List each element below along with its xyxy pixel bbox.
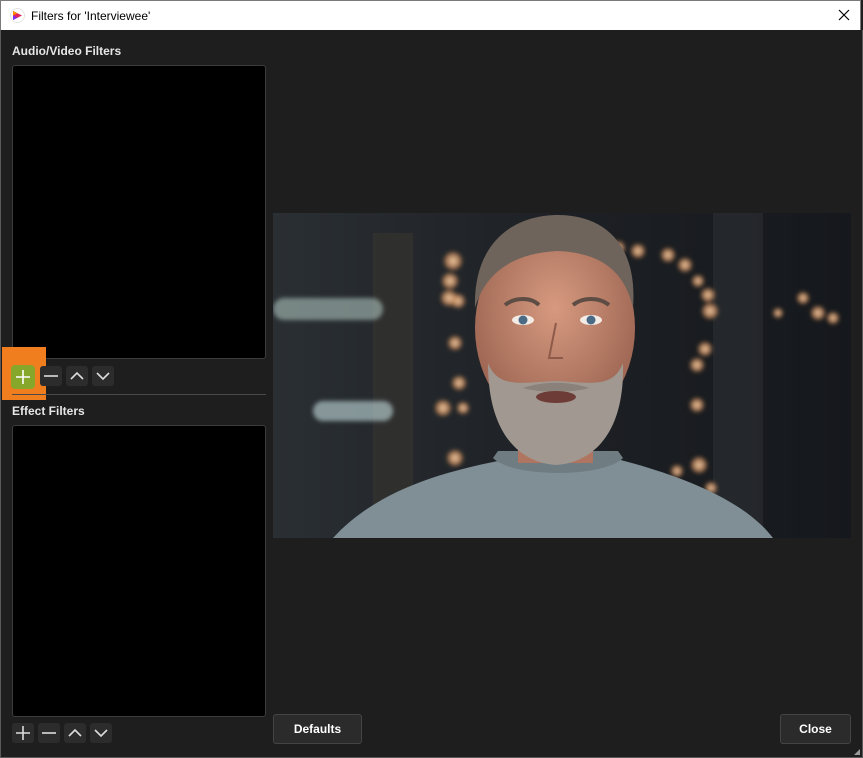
effect-filters-label: Effect Filters bbox=[12, 404, 85, 418]
move-up-effect-filter-button[interactable] bbox=[64, 723, 86, 743]
chevron-down-icon bbox=[94, 729, 108, 738]
add-effect-filter-button[interactable] bbox=[12, 723, 34, 743]
close-icon[interactable] bbox=[836, 7, 852, 23]
close-button[interactable]: Close bbox=[780, 714, 851, 744]
chevron-up-icon bbox=[70, 371, 84, 380]
plus-icon bbox=[16, 726, 30, 740]
minus-icon bbox=[44, 375, 58, 377]
window-title: Filters for 'Interviewee' bbox=[31, 9, 151, 23]
chevron-up-icon bbox=[68, 728, 82, 737]
effect-filter-list[interactable] bbox=[12, 425, 266, 717]
resize-grip-icon[interactable] bbox=[853, 748, 861, 756]
add-audio-video-filter-button[interactable] bbox=[11, 365, 35, 389]
remove-audio-video-filter-button[interactable] bbox=[40, 366, 62, 386]
move-up-audio-video-filter-button[interactable] bbox=[66, 366, 88, 386]
section-divider bbox=[12, 394, 266, 395]
audio-video-filters-label: Audio/Video Filters bbox=[12, 44, 122, 58]
minus-icon bbox=[42, 732, 56, 734]
streaming-app-icon bbox=[10, 8, 25, 23]
chevron-down-icon bbox=[96, 372, 110, 381]
remove-effect-filter-button[interactable] bbox=[38, 723, 60, 743]
defaults-button[interactable]: Defaults bbox=[273, 714, 362, 744]
audio-video-filter-list[interactable] bbox=[12, 65, 266, 359]
plus-icon bbox=[16, 370, 30, 384]
title-bar: Filters for 'Interviewee' bbox=[0, 0, 861, 30]
move-down-effect-filter-button[interactable] bbox=[90, 723, 112, 743]
effect-filter-toolbar bbox=[12, 723, 112, 743]
source-preview bbox=[273, 213, 851, 538]
move-down-audio-video-filter-button[interactable] bbox=[92, 366, 114, 386]
audio-video-filter-toolbar bbox=[40, 366, 114, 386]
